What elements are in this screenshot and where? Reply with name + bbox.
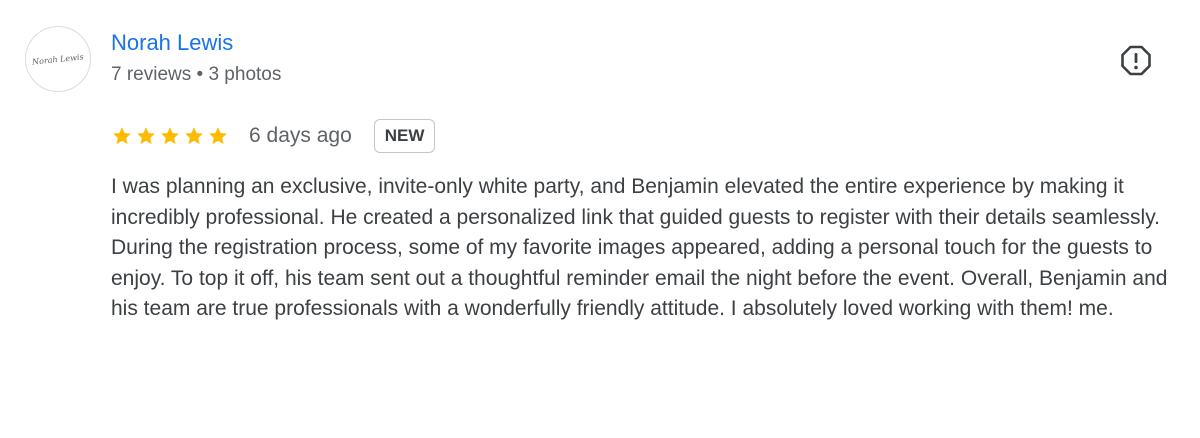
star-icon bbox=[137, 127, 155, 144]
reviewer-name[interactable]: Norah Lewis bbox=[111, 30, 233, 56]
star-icon bbox=[209, 127, 227, 144]
report-flag-icon bbox=[1121, 45, 1151, 76]
reviewer-meta: 7 reviews • 3 photos bbox=[111, 64, 282, 85]
new-badge: NEW bbox=[373, 119, 436, 153]
report-button[interactable] bbox=[1118, 44, 1154, 80]
avatar[interactable]: Norah Lewis bbox=[25, 26, 91, 92]
star-rating bbox=[111, 125, 229, 147]
star-icon bbox=[185, 127, 203, 144]
star-icon bbox=[161, 127, 179, 144]
star-icon bbox=[113, 127, 131, 144]
review-text: I was planning an exclusive, invite-only… bbox=[111, 175, 1168, 320]
avatar-signature: Norah Lewis bbox=[31, 51, 85, 67]
review-date: 6 days ago bbox=[249, 124, 352, 147]
rating-row: 6 days ago NEW bbox=[111, 116, 436, 156]
